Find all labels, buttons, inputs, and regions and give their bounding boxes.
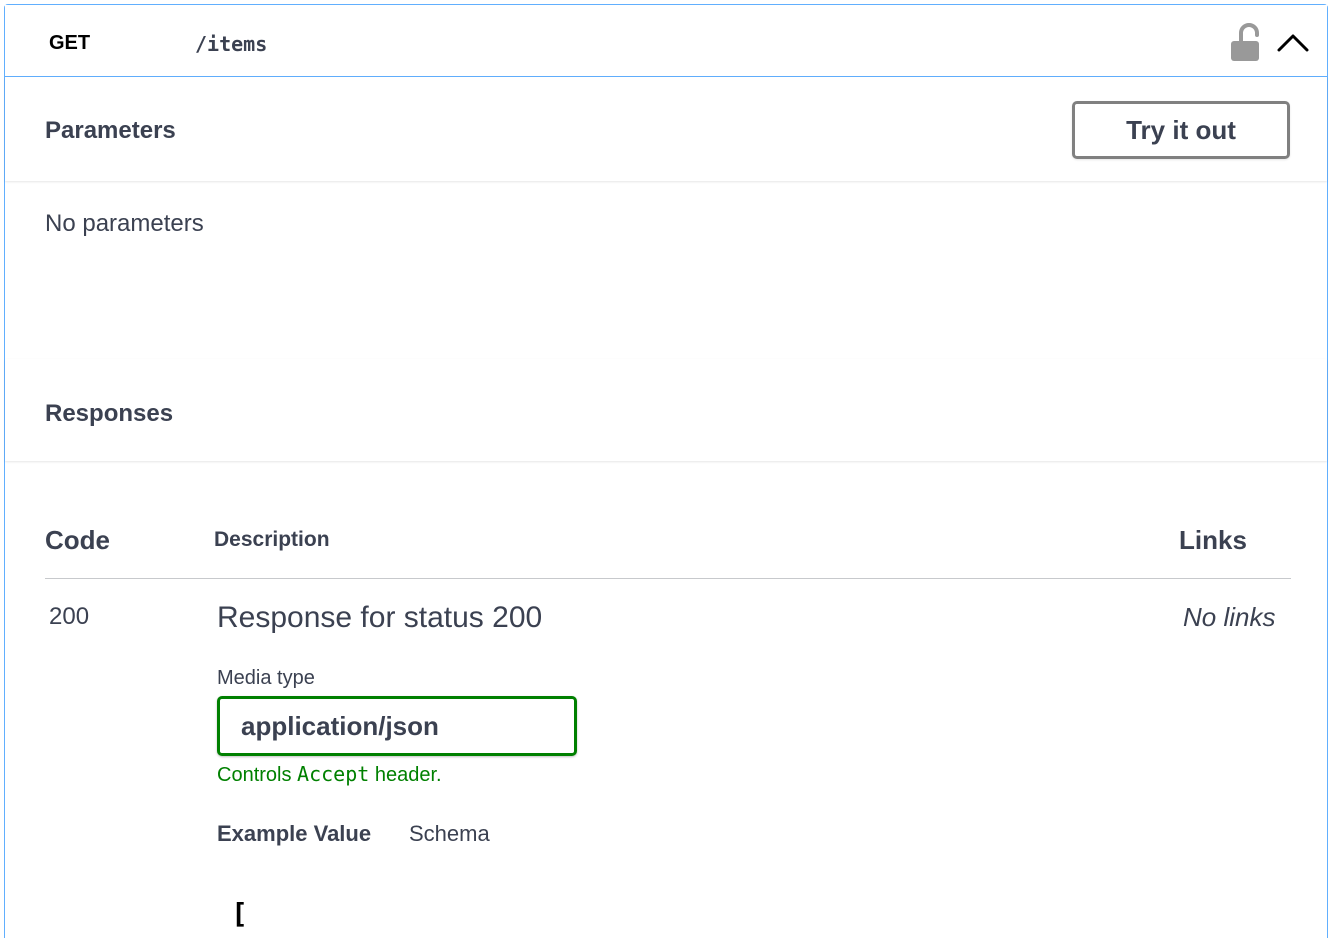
- column-description: Description: [214, 528, 330, 551]
- responses-title: Responses: [45, 400, 174, 427]
- endpoint-path: /items: [195, 32, 268, 56]
- controls-prefix: Controls: [217, 764, 292, 786]
- operation-summary[interactable]: GET /items: [5, 5, 1327, 77]
- response-code: 200: [49, 603, 90, 630]
- parameters-header: Parameters Try it out: [5, 77, 1327, 181]
- media-type-label: Media type: [217, 667, 315, 689]
- operation-block: GET /items Parameters Try it out No para…: [4, 4, 1328, 938]
- example-value-code: [: [231, 897, 248, 930]
- lock-open-icon[interactable]: [1229, 23, 1261, 63]
- controls-suffix: header.: [374, 764, 442, 786]
- accept-header-code: Accept: [297, 762, 370, 786]
- controls-accept-note: Controls Accept header.: [217, 762, 442, 787]
- column-code: Code: [45, 525, 110, 555]
- chevron-up-icon[interactable]: [1273, 25, 1313, 59]
- parameters-title: Parameters: [45, 117, 176, 144]
- tab-example-value[interactable]: Example Value: [217, 821, 371, 847]
- try-it-out-button[interactable]: Try it out: [1072, 101, 1290, 159]
- response-links: No links: [1183, 602, 1276, 632]
- no-parameters-text: No parameters: [45, 210, 204, 237]
- responses-header: Responses: [5, 359, 1327, 461]
- response-description: Response for status 200: [217, 601, 543, 634]
- responses-table-header: Code Description Links: [45, 525, 1291, 579]
- tab-schema[interactable]: Schema: [409, 821, 490, 847]
- media-type-select[interactable]: application/json: [217, 696, 577, 756]
- column-links: Links: [1179, 525, 1247, 555]
- http-method: GET: [49, 32, 91, 54]
